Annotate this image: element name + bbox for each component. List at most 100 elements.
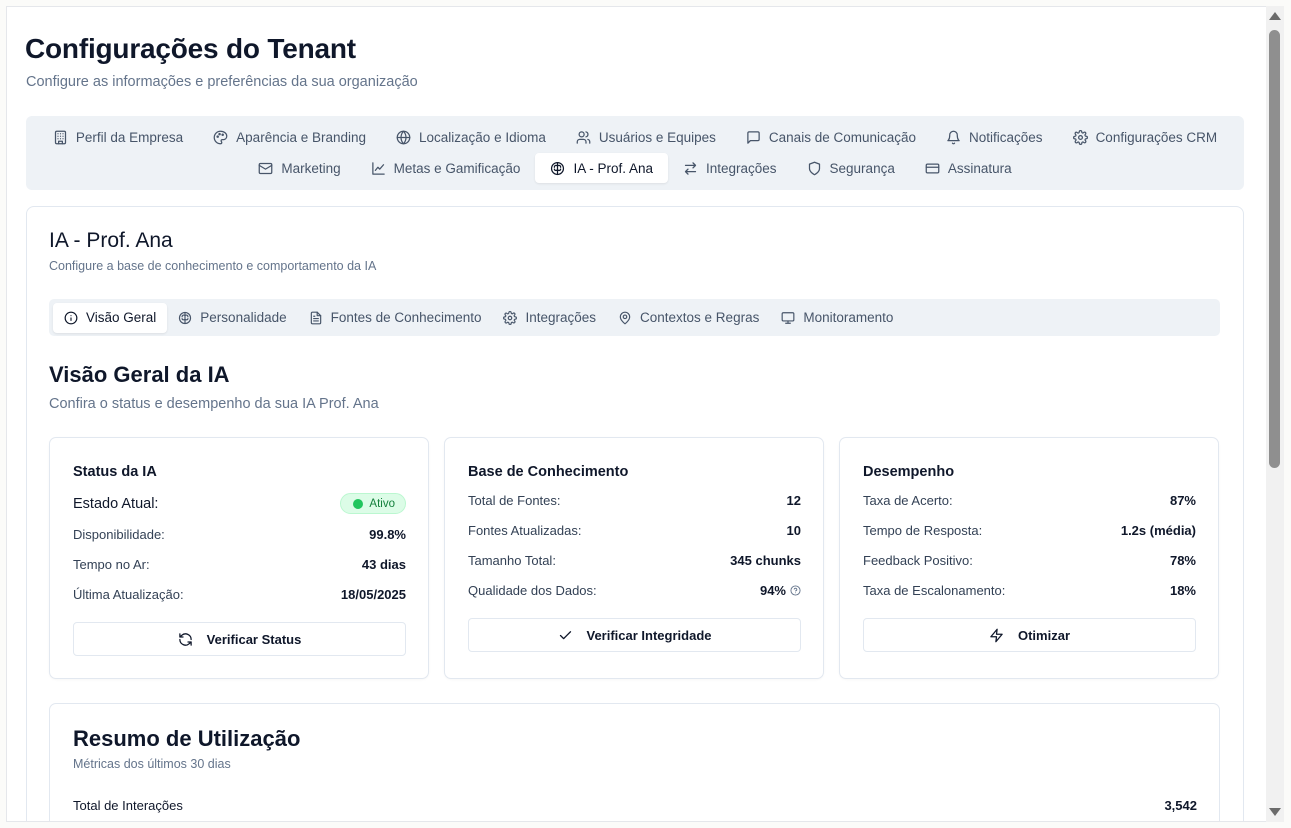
row-label: Disponibilidade: (73, 527, 165, 542)
credit-card-icon (925, 163, 940, 173)
bell-icon (947, 130, 960, 144)
brain-icon (179, 311, 192, 324)
tab-label: Canais de Comunicação (768, 129, 917, 145)
line-chart-icon (371, 161, 385, 175)
usage-subtitle: Métricas dos últimos 30 dias (73, 757, 231, 771)
file-text-icon (310, 311, 321, 324)
performance-row: Taxa de Acerto: 87% (863, 493, 1196, 508)
ia-sub-tabs: Visão Geral Personalidade Fontes de Conh… (49, 299, 1220, 336)
zap-icon (990, 628, 1003, 642)
tab-notificacoes[interactable]: Notificações (931, 122, 1058, 152)
knowledge-row: Qualidade dos Dados: 94% (468, 583, 801, 598)
metric-value: 3,542 (1164, 798, 1197, 813)
subtab-label: Contextos e Regras (640, 310, 760, 325)
palette-icon (213, 130, 228, 144)
card-title: Desempenho (863, 464, 955, 480)
status-row: Última Atualização: 18/05/2025 (73, 587, 406, 602)
monitor-icon (781, 311, 795, 324)
row-value: 1.2s (média) (1120, 523, 1196, 538)
tab-seguranca[interactable]: Segurança (792, 153, 910, 183)
row-value: 99.8% (369, 527, 406, 542)
subtab-contextos-e-regras[interactable]: Contextos e Regras (607, 303, 770, 333)
settings-tabs-row-2: Marketing Metas e Gamificação IA - Prof.… (26, 153, 1244, 183)
panel-subtitle: Configure a base de conhecimento e compo… (49, 259, 377, 273)
row-value: 18% (1169, 583, 1196, 598)
scroll-down-arrow-icon[interactable] (1269, 808, 1281, 816)
settings-tabs: Perfil da Empresa Aparência e Branding L… (26, 116, 1244, 190)
building-icon (54, 130, 66, 144)
row-label: Total de Fontes: (468, 493, 561, 508)
usage-title: Resumo de Utilização (73, 726, 301, 751)
help-circle-icon[interactable] (790, 585, 801, 596)
app-window: Configurações do Tenant Configure as inf… (6, 6, 1284, 822)
row-value: 78% (1169, 553, 1196, 568)
row-label: Última Atualização: (73, 587, 184, 602)
tab-label: Perfil da Empresa (75, 129, 184, 145)
gear-icon (1072, 129, 1088, 145)
message-square-icon (747, 130, 760, 144)
subtab-integracoes[interactable]: Integrações (492, 303, 607, 333)
tab-assinatura[interactable]: Assinatura (910, 153, 1027, 183)
overview-title: Visão Geral da IA (49, 362, 230, 387)
tab-label: Metas e Gamificação (393, 160, 521, 176)
tab-label: Notificações (969, 129, 1043, 145)
tab-label: Configurações CRM (1095, 129, 1218, 145)
subtab-label: Visão Geral (86, 310, 157, 325)
metric-label: Total de Interações (73, 798, 183, 813)
knowledge-card: Base de Conhecimento Total de Fontes: 12… (444, 437, 824, 679)
status-row-state: Estado Atual: Ativo (73, 493, 406, 514)
tab-label: Segurança (829, 160, 895, 176)
knowledge-row: Tamanho Total: 345 chunks (468, 553, 801, 568)
row-value: 94% (759, 583, 786, 598)
tab-marketing[interactable]: Marketing (243, 153, 355, 183)
tab-ia-prof-ana[interactable]: IA - Prof. Ana (535, 153, 668, 183)
tab-label: Localização e Idioma (419, 129, 546, 145)
row-value: 43 dias (361, 557, 406, 572)
status-badge: Ativo (340, 493, 406, 514)
row-label: Tamanho Total: (468, 553, 556, 568)
subtab-personalidade[interactable]: Personalidade (167, 303, 297, 333)
scroll-thumb[interactable] (1269, 30, 1280, 468)
tab-integracoes[interactable]: Integrações (668, 153, 792, 183)
tab-canais-de-comunicacao[interactable]: Canais de Comunicação (731, 122, 931, 152)
scroll-up-arrow-icon[interactable] (1269, 12, 1281, 20)
tab-perfil-da-empresa[interactable]: Perfil da Empresa (38, 122, 198, 152)
subtab-visao-geral[interactable]: Visão Geral (53, 302, 168, 333)
row-label: Fontes Atualizadas: (468, 523, 582, 538)
card-title: Status da IA (73, 464, 157, 480)
optimize-button[interactable]: Otimizar (863, 618, 1196, 652)
button-label: Verificar Status (206, 631, 302, 647)
row-value: 18/05/2025 (340, 587, 406, 602)
tab-configuracoes-crm[interactable]: Configurações CRM (1058, 122, 1233, 152)
verify-integrity-button[interactable]: Verificar Integridade (468, 618, 801, 652)
panel-title: IA - Prof. Ana (49, 229, 173, 252)
subtab-monitoramento[interactable]: Monitoramento (770, 303, 904, 333)
refresh-icon (178, 632, 192, 646)
usage-summary-card: Resumo de Utilização Métricas dos último… (49, 703, 1220, 821)
tab-label: Assinatura (947, 160, 1012, 176)
performance-card: Desempenho Taxa de Acerto: 87% Tempo de … (839, 437, 1219, 679)
button-label: Otimizar (1017, 627, 1070, 643)
status-row: Disponibilidade: 99.8% (73, 527, 406, 542)
ia-settings-panel: IA - Prof. Ana Configure a base de conhe… (26, 206, 1244, 821)
row-label: Qualidade dos Dados: (468, 583, 597, 598)
status-row: Tempo no Ar: 43 dias (73, 557, 406, 572)
check-icon (559, 630, 571, 639)
overview-subtitle: Confira o status e desempenho da sua IA … (49, 396, 379, 412)
button-label: Verificar Integridade (586, 627, 712, 643)
tab-metas-e-gamificacao[interactable]: Metas e Gamificação (356, 153, 536, 183)
verify-status-button[interactable]: Verificar Status (73, 622, 406, 656)
status-dot-icon (353, 498, 364, 509)
tab-aparencia-e-branding[interactable]: Aparência e Branding (198, 122, 381, 152)
row-label: Feedback Positivo: (863, 553, 973, 568)
shield-icon (808, 161, 820, 175)
row-label: Taxa de Acerto: (863, 493, 953, 508)
gear-icon (503, 310, 518, 325)
knowledge-row: Fontes Atualizadas: 10 (468, 523, 801, 538)
subtab-fontes-de-conhecimento[interactable]: Fontes de Conhecimento (298, 303, 493, 333)
performance-row: Tempo de Resposta: 1.2s (média) (863, 523, 1196, 538)
tab-usuarios-e-equipes[interactable]: Usuários e Equipes (561, 122, 731, 152)
performance-row: Feedback Positivo: 78% (863, 553, 1196, 568)
tab-localizacao-e-idioma[interactable]: Localização e Idioma (381, 122, 561, 152)
vertical-scrollbar[interactable] (1266, 6, 1284, 822)
